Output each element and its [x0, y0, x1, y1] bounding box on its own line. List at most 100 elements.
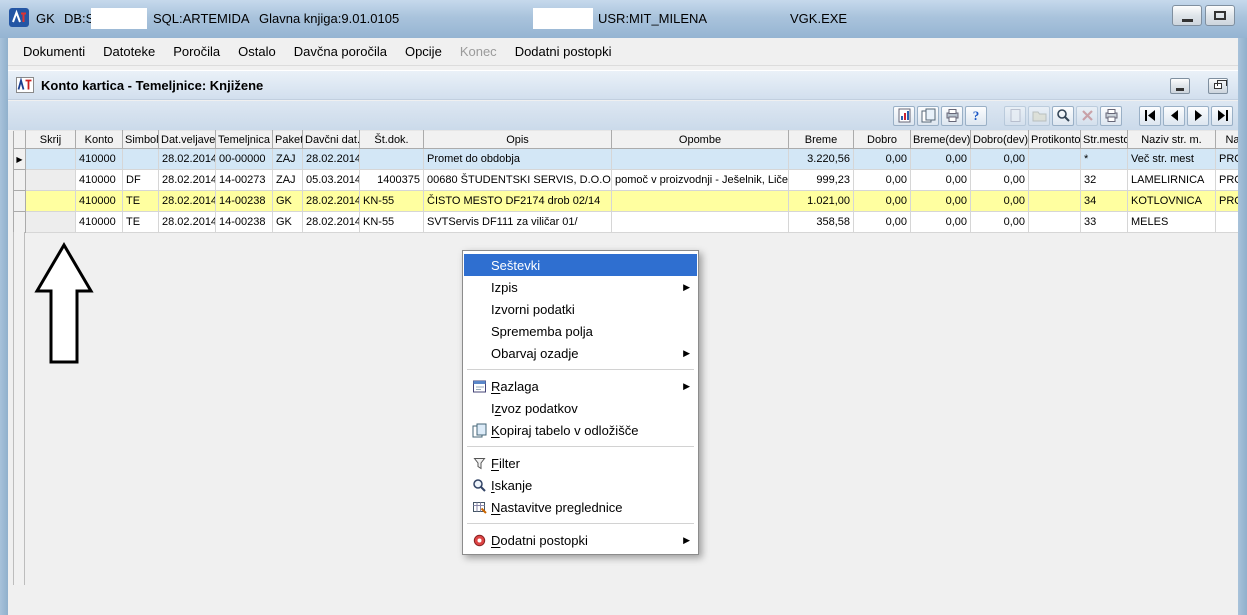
context-menu-item-izvorni-podatki[interactable]: Izvorni podatki — [464, 298, 697, 320]
close-icon[interactable] — [1076, 105, 1098, 126]
cell-opombe[interactable] — [611, 148, 789, 170]
print-icon[interactable] — [1100, 105, 1122, 126]
cell-breme-dev[interactable]: 0,00 — [910, 190, 971, 212]
print-preview-icon[interactable] — [941, 105, 963, 126]
cell-temeljnica[interactable]: 14-00273 — [215, 169, 273, 191]
column-header-konto[interactable]: Konto — [75, 130, 123, 149]
context-menu-item-sprememba-polja[interactable]: Sprememba polja — [464, 320, 697, 342]
open-icon[interactable] — [1028, 105, 1050, 126]
cell-davcni-dat[interactable]: 28.02.2014 — [302, 190, 360, 212]
cell-naziv-str-m[interactable]: KOTLOVNICA — [1127, 190, 1216, 212]
zoom-icon[interactable] — [1052, 105, 1074, 126]
report-icon[interactable] — [893, 105, 915, 126]
menu-ostalo[interactable]: Ostalo — [229, 39, 285, 64]
cell-breme[interactable]: 1.021,00 — [788, 190, 854, 212]
context-menu-item-kopiraj-tabelo-v-odložišče[interactable]: Kopiraj tabelo v odložišče — [464, 419, 697, 441]
cell-naziv-str-m[interactable]: Več str. mest — [1127, 148, 1216, 170]
inner-restore-button[interactable] — [1208, 78, 1228, 94]
cell-opombe[interactable] — [611, 211, 789, 233]
cell-str-mesto[interactable]: 32 — [1080, 169, 1128, 191]
column-header-skrij[interactable]: Skrij — [25, 130, 76, 149]
context-menu-item-izpis[interactable]: Izpis ▶ — [464, 276, 697, 298]
table-row[interactable]: 410000 TE 28.02.2014 14-00238 GK 28.02.2014 KN… — [13, 190, 1238, 212]
context-menu-item-razlaga[interactable]: Razlaga ▶ — [464, 375, 697, 397]
cell-naziv-str-m[interactable]: LAMELIRNICA — [1127, 169, 1216, 191]
cell-breme-dev[interactable]: 0,00 — [910, 211, 971, 233]
cell-dobro-dev[interactable]: 0,00 — [970, 169, 1029, 191]
cell-dobro[interactable]: 0,00 — [853, 190, 911, 212]
cell-temeljnica[interactable]: 14-00238 — [215, 211, 273, 233]
context-menu-item-filter[interactable]: Filter — [464, 452, 697, 474]
column-header-na[interactable]: Na — [1215, 130, 1238, 149]
cell-simbol[interactable]: TE — [122, 190, 159, 212]
column-header-temeljnica[interactable]: Temeljnica — [215, 130, 273, 149]
cell-opombe[interactable]: pomoč v proizvodnji - Ješelnik, Ličen — [611, 169, 789, 191]
menu-dokumenti[interactable]: Dokumenti — [14, 39, 94, 64]
column-header-paket[interactable]: Paket — [272, 130, 303, 149]
cell-dobro[interactable]: 0,00 — [853, 211, 911, 233]
menu-dodatni-postopki[interactable]: Dodatni postopki — [506, 39, 621, 64]
cell-protikonto[interactable] — [1028, 211, 1081, 233]
context-menu-item-nastavitve-preglednice[interactable]: Nastavitve preglednice — [464, 496, 697, 518]
copy-table-icon[interactable] — [917, 105, 939, 126]
column-header-dat-veljave[interactable]: Dat.veljave — [158, 130, 216, 149]
next-record-icon[interactable] — [1187, 105, 1209, 126]
minimize-button[interactable] — [1172, 5, 1202, 26]
cell-opis[interactable]: 00680 ŠTUDENTSKI SERVIS, D.O.O — [423, 169, 612, 191]
cell-skrij[interactable] — [25, 211, 76, 233]
cell-dat-veljave[interactable]: 28.02.2014 — [158, 211, 216, 233]
cell-davcni-dat[interactable]: 28.02.2014 — [302, 148, 360, 170]
help-icon[interactable]: ? — [965, 105, 987, 126]
cell-simbol[interactable]: DF — [122, 169, 159, 191]
column-header-simbol[interactable]: Simbol — [122, 130, 159, 149]
row-selector-cell[interactable]: ▶ — [13, 148, 26, 170]
first-record-icon[interactable] — [1139, 105, 1161, 126]
context-menu-item-iskanje[interactable]: Iskanje — [464, 474, 697, 496]
cell-dat-veljave[interactable]: 28.02.2014 — [158, 190, 216, 212]
column-header-opombe[interactable]: Opombe — [611, 130, 789, 149]
cell-davcni-dat[interactable]: 05.03.2014 — [302, 169, 360, 191]
table-row[interactable]: ▶ 410000 28.02.2014 00-00000 ZAJ 28.02.2014 Pr… — [13, 148, 1238, 170]
cell-konto[interactable]: 410000 — [75, 169, 123, 191]
cell-paket[interactable]: GK — [272, 211, 303, 233]
cell-st-dok[interactable]: KN-55 — [359, 190, 424, 212]
cell-konto[interactable]: 410000 — [75, 190, 123, 212]
column-header-naziv-str-m[interactable]: Naziv str. m. — [1127, 130, 1216, 149]
cell-st-dok[interactable]: KN-55 — [359, 211, 424, 233]
column-header-dobro[interactable]: Dobro — [853, 130, 911, 149]
cell-dobro-dev[interactable]: 0,00 — [970, 190, 1029, 212]
cell-konto[interactable]: 410000 — [75, 148, 123, 170]
table-row[interactable]: 410000 DF 28.02.2014 14-00273 ZAJ 05.03.2014 1… — [13, 169, 1238, 191]
cell-davcni-dat[interactable]: 28.02.2014 — [302, 211, 360, 233]
row-selector-cell[interactable] — [13, 169, 26, 191]
cell-opis[interactable]: SVTServis DF111 za viličar 01/ — [423, 211, 612, 233]
menu-opcije[interactable]: Opcije — [396, 39, 451, 64]
cell-simbol[interactable] — [122, 148, 159, 170]
column-header-protikonto[interactable]: Protikonto — [1028, 130, 1081, 149]
menu-davčna-poročila[interactable]: Davčna poročila — [285, 39, 396, 64]
table-row[interactable]: 410000 TE 28.02.2014 14-00238 GK 28.02.2014 KN… — [13, 211, 1238, 233]
cell-protikonto[interactable] — [1028, 190, 1081, 212]
context-menu-item-obarvaj-ozadje[interactable]: Obarvaj ozadje ▶ — [464, 342, 697, 364]
cell-paket[interactable]: GK — [272, 190, 303, 212]
cell-na[interactable]: PRO — [1215, 148, 1238, 170]
cell-str-mesto[interactable]: * — [1080, 148, 1128, 170]
prev-record-icon[interactable] — [1163, 105, 1185, 126]
cell-dobro[interactable]: 0,00 — [853, 169, 911, 191]
menu-datoteke[interactable]: Datoteke — [94, 39, 164, 64]
cell-breme-dev[interactable]: 0,00 — [910, 169, 971, 191]
column-header-breme-dev[interactable]: Breme(dev) — [910, 130, 971, 149]
cell-opis[interactable]: ČISTO MESTO DF2174 drob 02/14 — [423, 190, 612, 212]
cell-na[interactable] — [1215, 211, 1238, 233]
cell-konto[interactable]: 410000 — [75, 211, 123, 233]
cell-simbol[interactable]: TE — [122, 211, 159, 233]
cell-opombe[interactable] — [611, 190, 789, 212]
cell-skrij[interactable] — [25, 190, 76, 212]
cell-breme[interactable]: 358,58 — [788, 211, 854, 233]
column-header-str-mesto[interactable]: Str.mesto — [1080, 130, 1128, 149]
context-menu-item-izvoz-podatkov[interactable]: Izvoz podatkov — [464, 397, 697, 419]
column-header-opis[interactable]: Opis — [423, 130, 612, 149]
row-selector-cell[interactable] — [13, 190, 26, 212]
column-header-st-dok[interactable]: Št.dok. — [359, 130, 424, 149]
column-header-dobro-dev[interactable]: Dobro(dev) — [970, 130, 1029, 149]
